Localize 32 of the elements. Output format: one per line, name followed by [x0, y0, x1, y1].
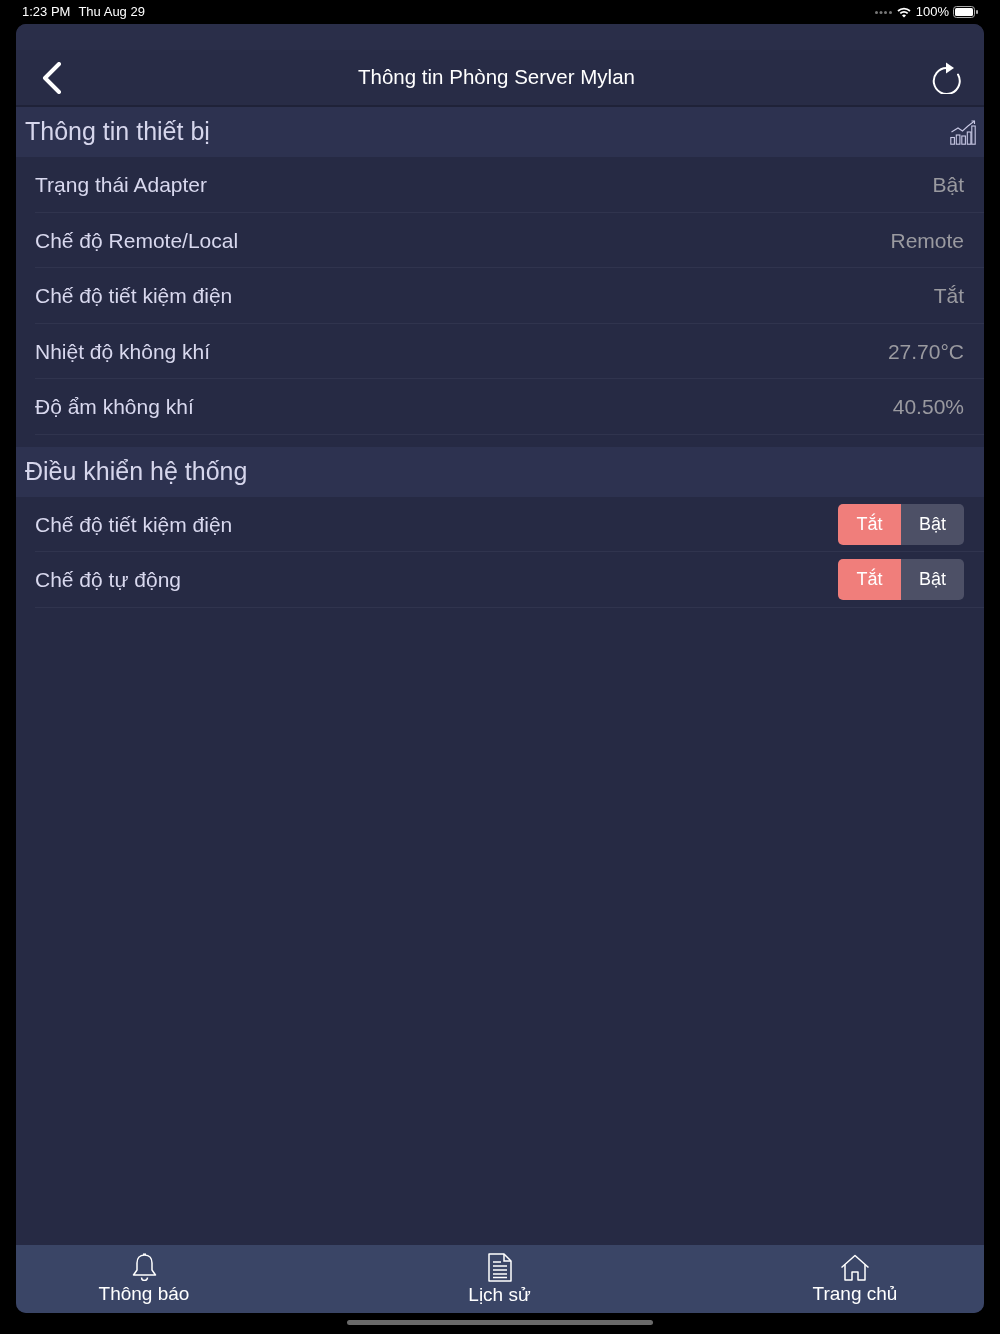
- segment-option[interactable]: Bật: [901, 559, 964, 601]
- row-label: Chế độ tiết kiệm điện: [35, 283, 233, 309]
- section-title: Thông tin thiết bị: [25, 116, 210, 148]
- battery-percent: 100%: [915, 3, 949, 21]
- document-icon: [487, 1252, 512, 1282]
- row-label: Chế độ tự động: [35, 567, 181, 593]
- status-time: 1:23 PM: [22, 3, 71, 21]
- home-icon: [840, 1253, 870, 1281]
- segment-option[interactable]: Bật: [901, 503, 964, 545]
- row-value: Bật: [932, 172, 964, 198]
- row-label: Nhiệt độ không khí: [35, 338, 211, 365]
- tab-bar-item[interactable]: Trang chủ: [755, 1253, 955, 1305]
- tab-bar-item[interactable]: Lịch sử: [399, 1252, 600, 1306]
- battery-icon: [953, 6, 978, 18]
- status-date: Thu Aug 29: [78, 3, 145, 21]
- row-value: 40.50%: [892, 394, 964, 420]
- row-label: Độ ẩm không khí: [35, 394, 194, 420]
- screen-title: Thông tin Phòng Server Mylan: [358, 64, 635, 91]
- row-label: Chế độ Remote/Local: [35, 227, 239, 254]
- row-label: Trạng thái Adapter: [35, 172, 207, 198]
- row-value: 27.70°C: [887, 338, 964, 365]
- refresh-icon[interactable]: [931, 61, 962, 94]
- tab-bar-item[interactable]: Thông báo: [44, 1253, 244, 1305]
- row-value: Remote: [890, 227, 964, 254]
- signal-icon: [874, 10, 892, 14]
- wifi-icon: [896, 6, 911, 18]
- section-title: Điều khiển hệ thống: [25, 455, 248, 487]
- row-value: Tắt: [933, 283, 964, 309]
- back-icon[interactable]: [42, 61, 62, 94]
- bell-icon: [131, 1253, 157, 1282]
- row-label: Chế độ tiết kiệm điện: [35, 511, 233, 538]
- bar-chart-icon[interactable]: [950, 119, 976, 145]
